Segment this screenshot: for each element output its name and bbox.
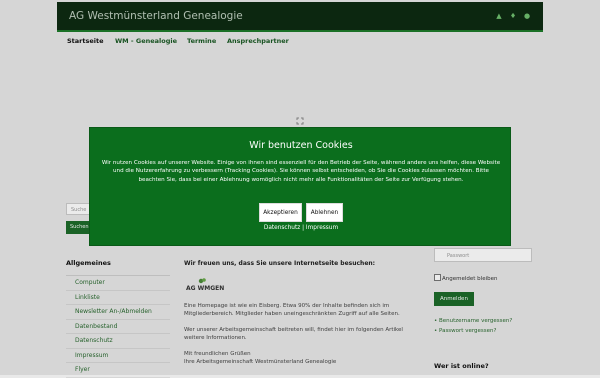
cookie-links: Datenschutz | Impressum (90, 225, 512, 231)
cookie-text: Wir nutzen Cookies auf unserer Website. … (101, 160, 501, 183)
privacy-link[interactable]: Datenschutz (264, 225, 300, 231)
cookie-title: Wir benutzen Cookies (249, 140, 353, 151)
cookie-dialog: Wir benutzen Cookies Wir nutzen Cookies … (89, 127, 511, 246)
cookie-overlay: Wir benutzen Cookies Wir nutzen Cookies … (0, 0, 600, 375)
link-separator: | (302, 225, 305, 231)
decline-button[interactable]: Ablehnen (306, 203, 343, 222)
accept-button[interactable]: Akzeptieren (259, 203, 302, 222)
imprint-link[interactable]: Impressum (306, 225, 338, 231)
